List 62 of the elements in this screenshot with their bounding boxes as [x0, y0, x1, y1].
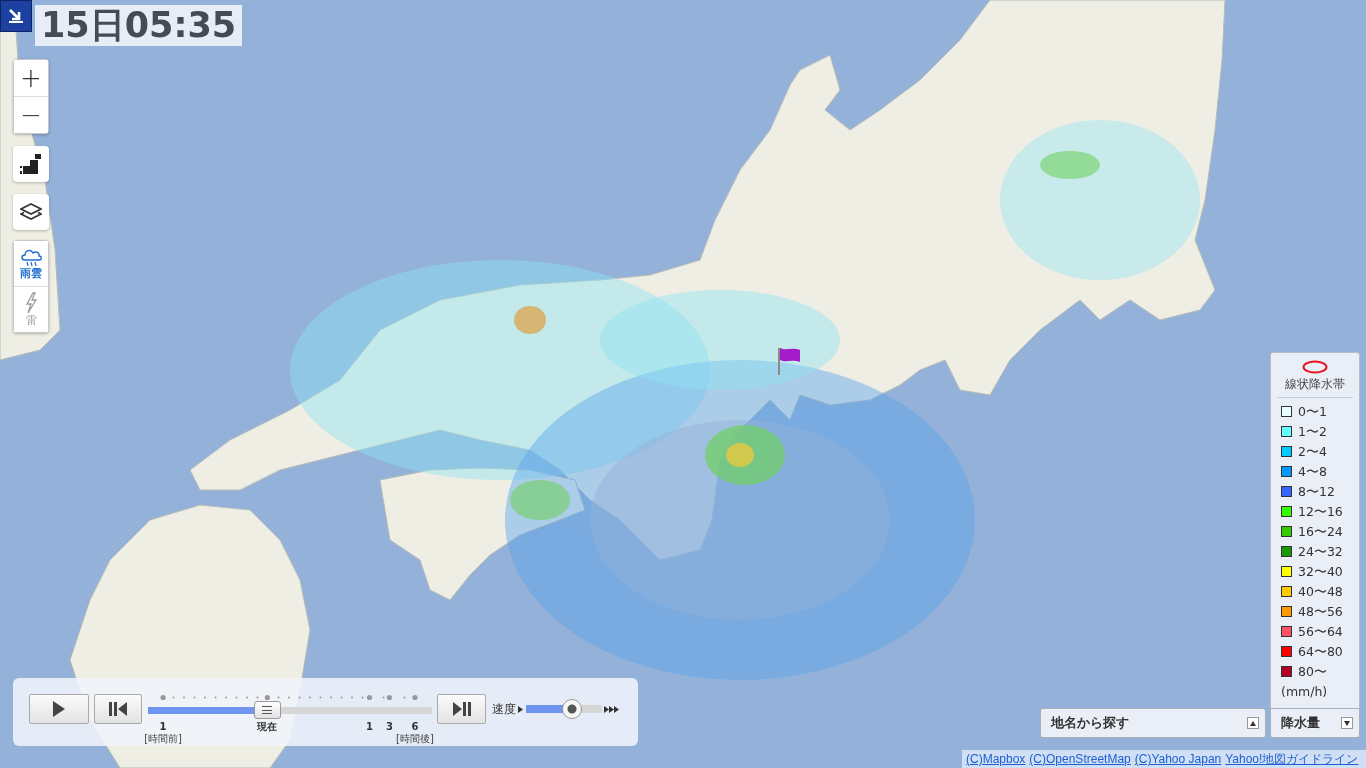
- attribution-link[interactable]: Yahoo!地図ガイドライン: [1225, 752, 1359, 766]
- attribution-link[interactable]: (C)OpenStreetMap: [1029, 752, 1131, 766]
- attribution-link[interactable]: (C)Mapbox: [966, 752, 1026, 766]
- heavy-rain-patch: [726, 443, 754, 467]
- collapse-button[interactable]: [0, 0, 32, 32]
- step-forward-button[interactable]: [437, 694, 486, 724]
- timeline-caption: [時間後]: [396, 733, 434, 745]
- legend-label: 12〜16: [1298, 503, 1343, 519]
- legend-label: 56〜64: [1298, 623, 1343, 639]
- lightning-icon: [24, 292, 38, 314]
- speed-handle[interactable]: [561, 699, 582, 719]
- attribution-link[interactable]: (C)Yahoo Japan: [1134, 752, 1222, 766]
- legend-label: 0〜1: [1298, 403, 1327, 419]
- legend-label: 40〜48: [1298, 583, 1343, 599]
- zoom-in-button[interactable]: +: [14, 60, 48, 96]
- legend-title: 線状降水帯: [1284, 377, 1346, 391]
- heavy-rain-patch: [514, 306, 546, 334]
- timeline-label: 1: [366, 721, 373, 733]
- region-button[interactable]: [13, 146, 49, 182]
- legend-label: 16〜24: [1298, 523, 1343, 539]
- legend-label: 32〜40: [1298, 563, 1343, 579]
- caret-icon: [1341, 717, 1353, 729]
- timeline-caption: [時間前]: [144, 733, 182, 745]
- rain-cloud-icon: [20, 247, 42, 267]
- mode-tab[interactable]: 雨雲: [14, 241, 48, 286]
- timeline-label: 3: [385, 721, 393, 733]
- step-forward-icon: [452, 701, 471, 717]
- layer-dropdown[interactable]: 降水量: [1270, 708, 1360, 738]
- legend-unit: (mm/h): [1280, 684, 1329, 699]
- play-icon: [52, 700, 66, 718]
- legend-label: 1〜2: [1298, 423, 1327, 439]
- legend-label: 4〜8: [1298, 463, 1327, 479]
- caret-icon: [1247, 717, 1259, 729]
- layers-icon: [20, 202, 42, 222]
- step-back-button[interactable]: [94, 694, 142, 724]
- timeline-slider[interactable]: [148, 701, 432, 719]
- timeline-label: 現在: [257, 721, 278, 733]
- rain-patch: [1040, 151, 1100, 179]
- blocks-icon: [20, 154, 42, 174]
- rain-patch: [510, 480, 570, 520]
- oval-icon: [1302, 360, 1328, 374]
- slow-icon: [518, 705, 523, 713]
- legend-label: 24〜32: [1298, 543, 1343, 559]
- place-search-dropdown[interactable]: 地名から探す: [1040, 708, 1266, 738]
- flag-icon: [777, 347, 801, 376]
- mode-tab[interactable]: 雷: [14, 287, 48, 332]
- arrow-icon: [9, 9, 23, 23]
- timeline-handle[interactable]: [253, 701, 281, 719]
- step-back-icon: [109, 701, 127, 717]
- play-button[interactable]: [29, 694, 89, 724]
- legend-label: 2〜4: [1298, 443, 1327, 459]
- legend-label: 64〜80: [1298, 643, 1343, 659]
- speed-label: 速度: [492, 701, 516, 718]
- layers-button[interactable]: [13, 194, 49, 230]
- legend-label: 8〜12: [1298, 483, 1335, 499]
- timeline-label: 1: [159, 721, 167, 733]
- time-label: 15日05:35: [35, 5, 243, 46]
- legend-label: 80〜: [1298, 663, 1327, 679]
- timeline-label: 6: [411, 721, 419, 733]
- zoom-out-button[interactable]: −: [14, 97, 48, 133]
- fast-icon: [604, 705, 619, 713]
- legend-label: 48〜56: [1298, 603, 1343, 619]
